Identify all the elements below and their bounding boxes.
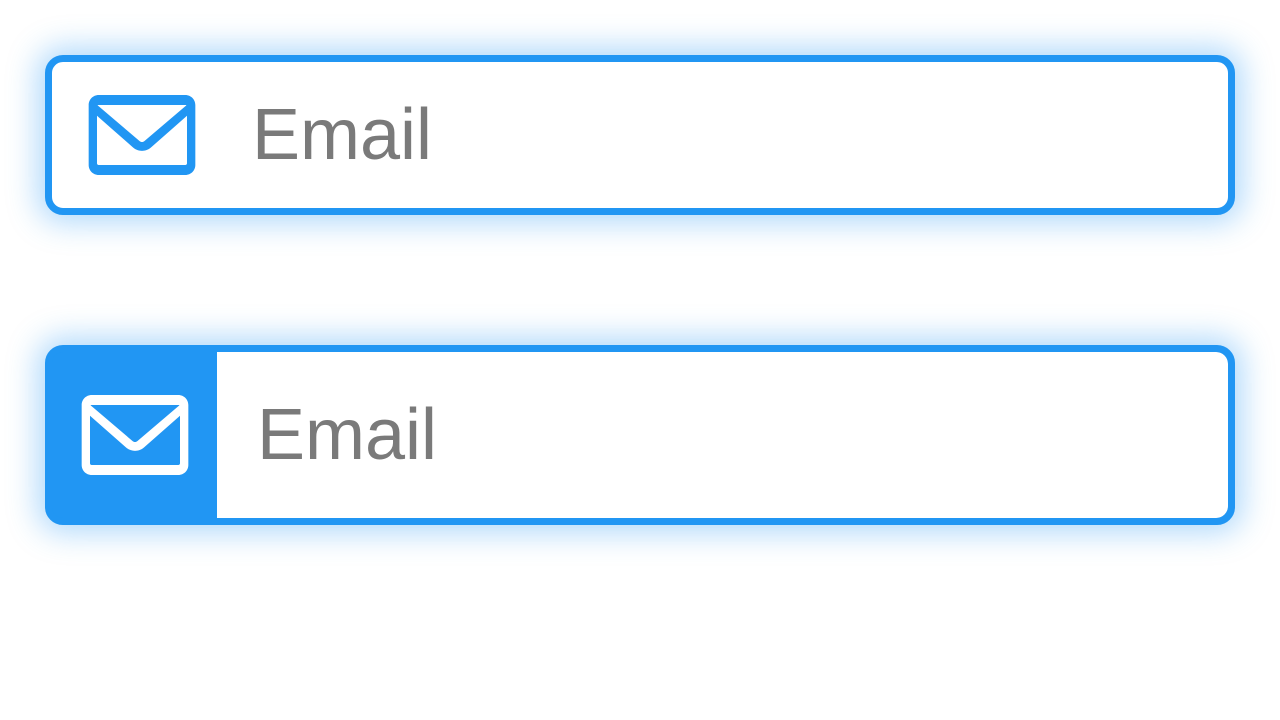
envelope-icon [87,95,197,175]
input-section [217,352,1228,518]
email-input-group-inline-icon [45,55,1235,215]
envelope-icon [52,352,217,518]
email-input-group-addon-icon [45,345,1235,525]
email-field[interactable] [257,352,1188,518]
email-field[interactable] [252,62,1193,208]
